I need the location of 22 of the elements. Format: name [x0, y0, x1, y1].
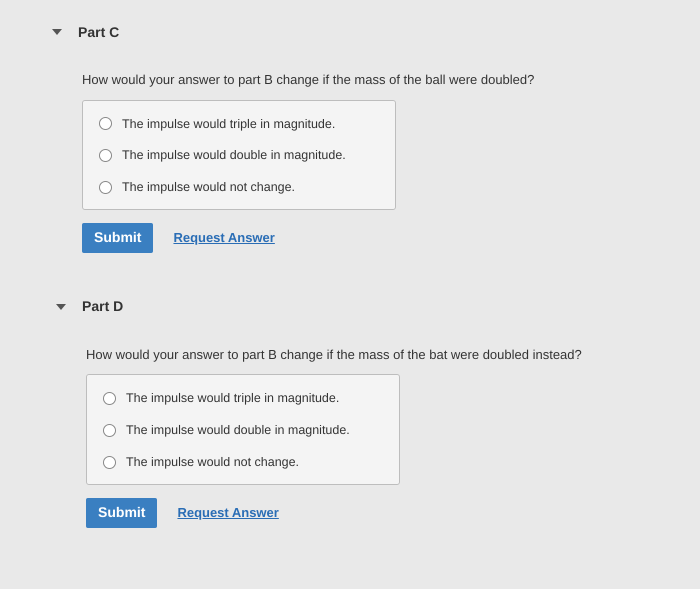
submit-button[interactable]: Submit	[82, 222, 154, 253]
option-label: The impulse would triple in magnitude.	[126, 390, 340, 408]
radio-button[interactable]	[99, 149, 112, 162]
part-title: Part C	[78, 22, 120, 42]
submit-button[interactable]: Submit	[86, 498, 158, 528]
radio-button[interactable]	[103, 424, 116, 437]
question-text: How would your answer to part B change if the mass of the ball were doubled?	[82, 71, 536, 89]
option-label: The impulse would not change.	[122, 179, 296, 196]
option-label: The impulse would double in magnitude.	[126, 422, 350, 439]
caret-icon[interactable]	[52, 29, 62, 35]
option-label: The impulse would double in magnitude.	[122, 147, 346, 164]
radio-button[interactable]	[103, 392, 116, 406]
caret-icon[interactable]	[56, 304, 66, 310]
option-label: The impulse would triple in magnitude.	[122, 116, 336, 133]
radio-button[interactable]	[103, 456, 116, 469]
part-title: Part D	[82, 297, 124, 316]
request-answer-link[interactable]: Request Answer	[177, 502, 279, 522]
request-answer-link[interactable]: Request Answer	[173, 228, 275, 248]
question-text: How would your answer to part B change if the mass of the bat were doubled instead?	[86, 346, 583, 364]
option-label: The impulse would not change.	[126, 454, 300, 471]
radio-button[interactable]	[99, 117, 112, 130]
radio-button[interactable]	[99, 180, 112, 194]
